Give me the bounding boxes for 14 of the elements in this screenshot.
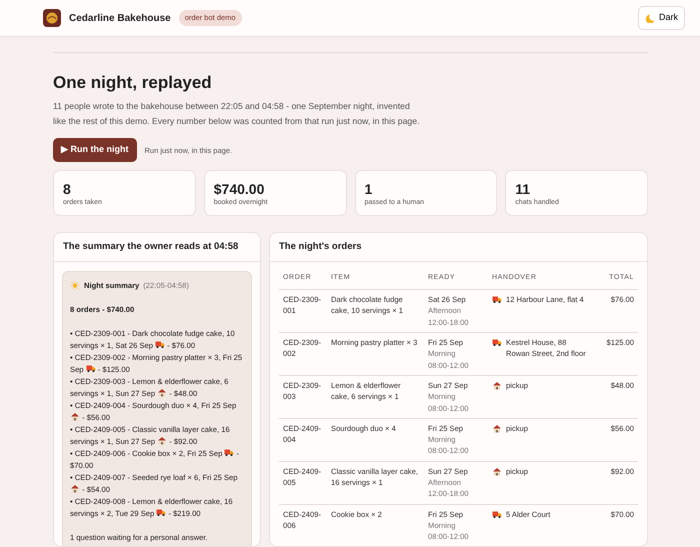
brand-name: Cedarline Bakehouse — [69, 12, 171, 26]
panel-title: The summary the owner reads at 04:58 — [54, 233, 260, 262]
panel-title: The night's orders — [270, 233, 647, 262]
stat-value: $740.00 — [214, 180, 266, 198]
sun-icon — [70, 281, 80, 290]
stat-value: 8 — [63, 180, 72, 198]
moon-icon — [644, 14, 655, 22]
stat-value: 1 — [364, 180, 374, 198]
intro-text: 11 people wrote to the bakehouse between 22:05 and 04:58 - one September night, invented like the rest of this demo. Every number below was counted from that run just now, in this page. — [53, 100, 421, 128]
bakery-logo-icon — [43, 9, 61, 27]
stat-value: 11 — [515, 180, 532, 198]
run-button[interactable]: ▶ Run the night — [53, 138, 136, 162]
theme-toggle-button[interactable]: Dark — [638, 6, 685, 30]
page-title: One night, replayed — [53, 73, 213, 94]
